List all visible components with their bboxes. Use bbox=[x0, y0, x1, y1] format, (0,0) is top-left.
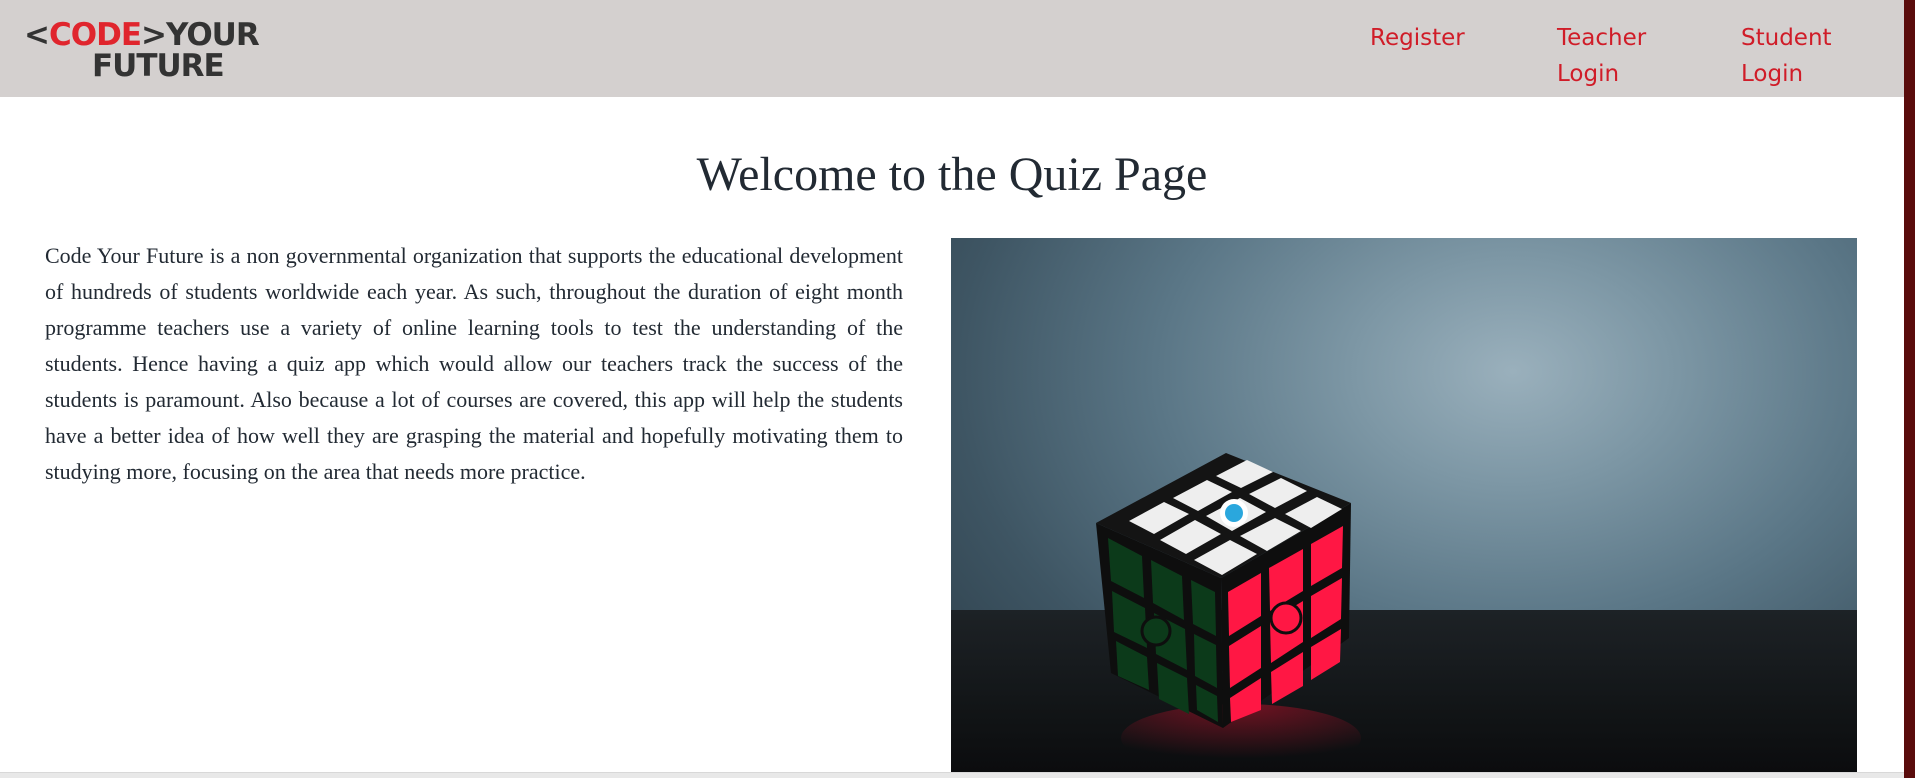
page-title: Welcome to the Quiz Page bbox=[696, 148, 1208, 201]
window-right-edge bbox=[1904, 0, 1915, 778]
rubiks-cube-icon bbox=[1096, 453, 1361, 772]
code-your-future-logo[interactable]: <CODE>YOUR FUTURE bbox=[24, 18, 260, 84]
logo-line-1: <CODE>YOUR bbox=[24, 17, 260, 53]
page-bottom-divider bbox=[0, 772, 1904, 778]
page: <CODE>YOUR FUTURE Register Teacher Login… bbox=[0, 0, 1904, 772]
intro-paragraph: Code Your Future is a non governmental o… bbox=[45, 243, 903, 484]
site-header: <CODE>YOUR FUTURE Register Teacher Login… bbox=[0, 0, 1904, 97]
logo-future: FUTURE bbox=[92, 48, 225, 84]
nav-student-login-link[interactable]: Student Login bbox=[1741, 20, 1861, 92]
nav-teacher-login-link[interactable]: Teacher Login bbox=[1557, 20, 1677, 92]
hero-image bbox=[951, 238, 1857, 772]
logo-bracket-open: < bbox=[24, 17, 50, 53]
nav-register-link[interactable]: Register bbox=[1370, 20, 1465, 56]
